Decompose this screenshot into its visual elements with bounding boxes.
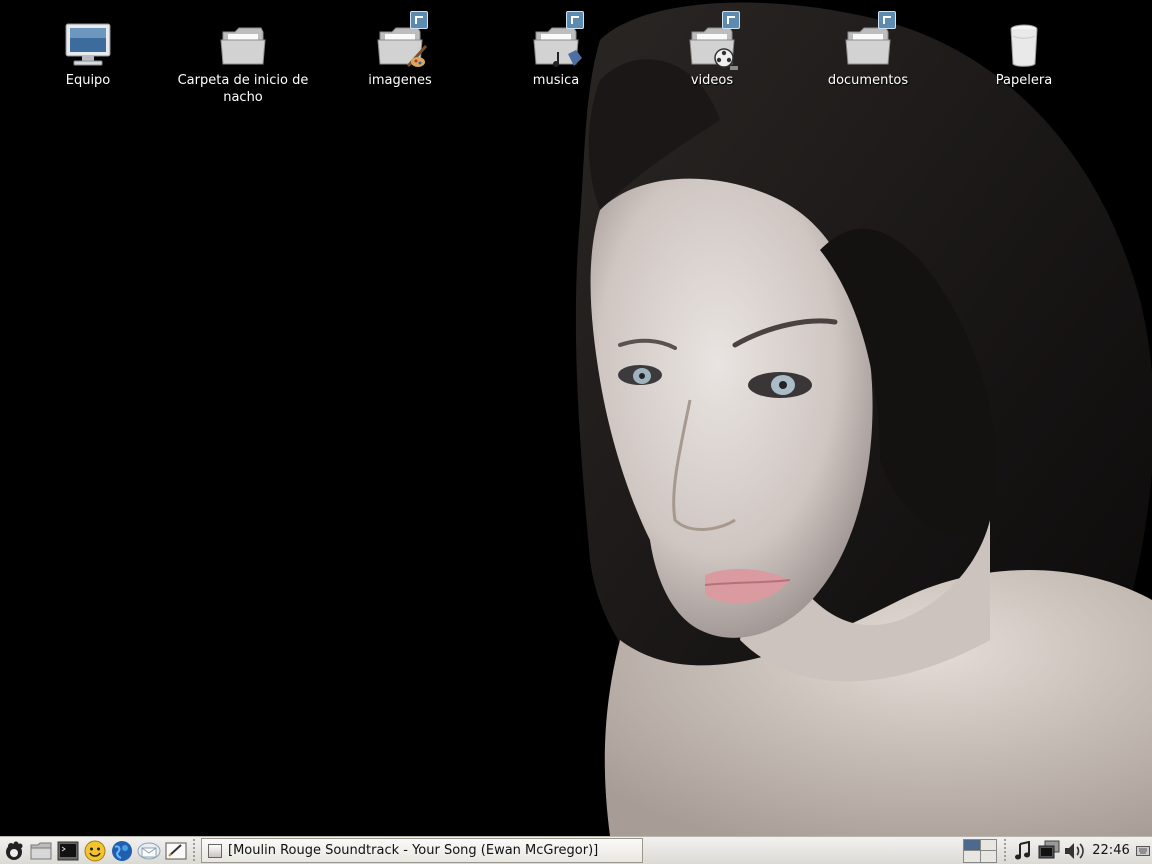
file-manager-launcher[interactable]	[27, 838, 54, 864]
taskbar-window-title: [Moulin Rouge Soundtrack - Your Song (Ew…	[228, 843, 599, 858]
desktop-icon-musica[interactable]: musica	[481, 11, 631, 89]
panel-drag-handle[interactable]	[191, 838, 197, 863]
shortcut-badge-icon	[722, 11, 740, 29]
desktop-icon-home-folder[interactable]: Carpeta de inicio de nacho	[168, 16, 318, 106]
music-player-tray[interactable]	[1010, 838, 1036, 864]
home-folder-icon	[220, 27, 266, 65]
shortcut-badge-icon	[566, 11, 584, 29]
shortcut-badge-icon	[878, 11, 896, 29]
desktop-icon-imagenes[interactable]: imagenes	[325, 11, 475, 89]
workspace-4[interactable]	[980, 851, 996, 862]
web-browser-launcher[interactable]	[108, 838, 135, 864]
file-manager-icon	[30, 842, 51, 859]
workspace-1[interactable]	[964, 839, 980, 850]
terminal-launcher[interactable]	[54, 838, 81, 864]
desktop-wallpaper	[0, 0, 1152, 836]
desktop-icon-label: Carpeta de inicio de nacho	[177, 73, 309, 105]
desktop-icon-equipo[interactable]: Equipo	[13, 16, 163, 89]
main-menu-launcher[interactable]	[0, 838, 27, 864]
desktop-icon-label: Equipo	[65, 73, 111, 88]
messenger-launcher[interactable]	[81, 838, 108, 864]
desktop-icon-label: Papelera	[995, 73, 1053, 88]
shortcut-badge-icon	[410, 11, 428, 29]
network-icon	[1038, 840, 1060, 858]
main-menu-icon	[5, 841, 22, 860]
mail-client-launcher[interactable]	[135, 838, 162, 864]
computer-icon	[65, 23, 111, 66]
desktop-icon-papelera[interactable]: Papelera	[949, 16, 1099, 89]
taskbar-window-button[interactable]: [Moulin Rouge Soundtrack - Your Song (Ew…	[201, 838, 643, 863]
volume-icon	[1065, 842, 1084, 859]
web-browser-icon	[111, 840, 132, 861]
window-icon	[208, 843, 222, 858]
workspace-3[interactable]	[964, 851, 980, 862]
text-editor-icon	[165, 842, 186, 859]
music-player-icon	[1015, 840, 1030, 859]
text-editor-launcher[interactable]	[162, 838, 189, 864]
terminal-icon	[57, 841, 78, 860]
desktop-icon-label: musica	[532, 73, 580, 88]
trash-icon	[1010, 24, 1038, 67]
mail-client-icon	[137, 842, 160, 859]
desktop-icon-documentos[interactable]: documentos	[793, 11, 943, 89]
desktop-icon-label: documentos	[827, 73, 909, 88]
workspace-2[interactable]	[980, 839, 996, 850]
network-tray[interactable]	[1036, 838, 1062, 864]
messenger-icon	[84, 840, 105, 861]
keyboard-tray[interactable]	[1134, 838, 1152, 864]
keyboard-icon	[1136, 845, 1150, 856]
volume-tray[interactable]	[1062, 838, 1088, 864]
panel-clock[interactable]: 22:46	[1088, 843, 1134, 858]
desktop-icon-videos[interactable]: videos	[637, 11, 787, 89]
tray-drag-handle[interactable]	[1002, 838, 1008, 863]
desktop-icon-label: videos	[690, 73, 734, 88]
workspace-switcher[interactable]	[963, 838, 997, 863]
desktop-icon-label: imagenes	[368, 73, 432, 88]
bottom-panel: [Moulin Rouge Soundtrack - Your Song (Ew…	[0, 836, 1152, 864]
wallpaper-portrait	[575, 2, 1152, 836]
